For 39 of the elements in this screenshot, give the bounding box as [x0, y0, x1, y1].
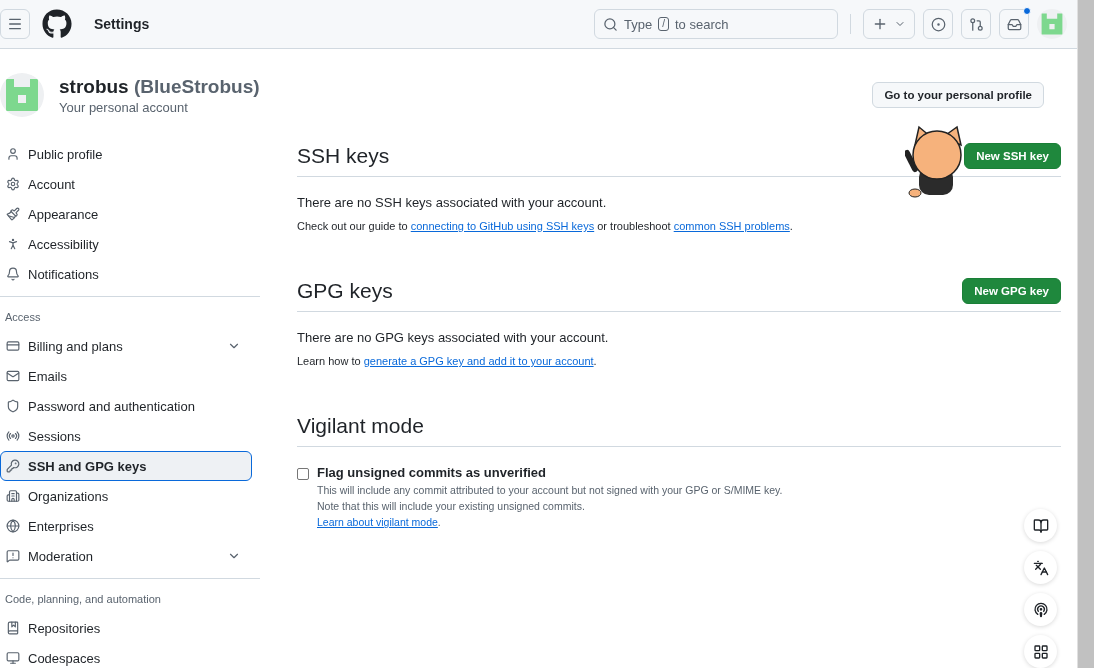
note-text: Note that this will include your existing unsigned commits.: [317, 500, 586, 512]
sidebar-item[interactable]: Repositories: [0, 613, 252, 643]
sidebar-item[interactable]: Appearance: [0, 199, 252, 229]
sidebar-item[interactable]: Emails: [0, 361, 252, 391]
sidebar-item[interactable]: Password and authentication: [0, 391, 252, 421]
section-title: Vigilant mode: [297, 413, 424, 438]
sidebar-heading: Code, planning, and automation: [4, 592, 162, 607]
search-field[interactable]: Type / to search: [594, 9, 838, 39]
sidebar-item[interactable]: Enterprises: [0, 511, 252, 541]
sidebar-item[interactable]: Codespaces: [0, 643, 252, 668]
section-title: GPG keys: [297, 278, 393, 303]
empty-text: There are no SSH keys associated with your account.: [297, 195, 608, 210]
sidebar-item[interactable]: Accessibility: [0, 229, 252, 259]
new-key-button[interactable]: New GPG key: [962, 277, 1061, 304]
sidebar-item[interactable]: Sessions: [0, 421, 252, 451]
profile-subtitle: Your personal account: [59, 99, 189, 115]
help-link[interactable]: generate a GPG key and add it to your account: [363, 355, 594, 367]
vigilant-link[interactable]: Learn about vigilant mode: [317, 516, 438, 528]
help-text: Check out our guide to connecting to GitHub using SSH keys or troubleshoot common SSH problems.: [297, 220, 794, 232]
sidebar-item[interactable]: Moderation: [0, 541, 252, 571]
note-text: This will include any commit attributed to your account but not signed with your GPG or S/MIME key.: [317, 484, 783, 496]
sidebar-item[interactable]: Organizations: [0, 481, 252, 511]
sidebar-item[interactable]: SSH and GPG keys: [0, 451, 252, 481]
help-link[interactable]: common SSH problems: [673, 220, 790, 232]
help-text: Learn how to generate a GPG key and add it to your account.: [297, 355, 598, 367]
new-key-button[interactable]: New SSH key: [964, 142, 1061, 169]
section-title: SSH keys: [297, 143, 390, 168]
period-text: .: [437, 516, 441, 528]
sidebar-item[interactable]: Notifications: [0, 259, 252, 289]
sidebar-item[interactable]: Account: [0, 169, 252, 199]
sidebar-item[interactable]: Billing and plans: [0, 331, 252, 361]
empty-text: There are no GPG keys associated with your account.: [297, 330, 610, 345]
checkbox-label: Flag unsigned commits as unverified: [317, 465, 547, 480]
profile-button[interactable]: Go to your personal profile: [872, 82, 1044, 108]
help-link[interactable]: connecting to GitHub using SSH keys: [410, 220, 595, 232]
page-title: Settings: [94, 16, 150, 32]
profile-name: strobus (BlueStrobus): [59, 75, 260, 98]
sidebar-item[interactable]: Public profile: [0, 139, 252, 169]
sidebar-heading: Access: [4, 310, 42, 325]
